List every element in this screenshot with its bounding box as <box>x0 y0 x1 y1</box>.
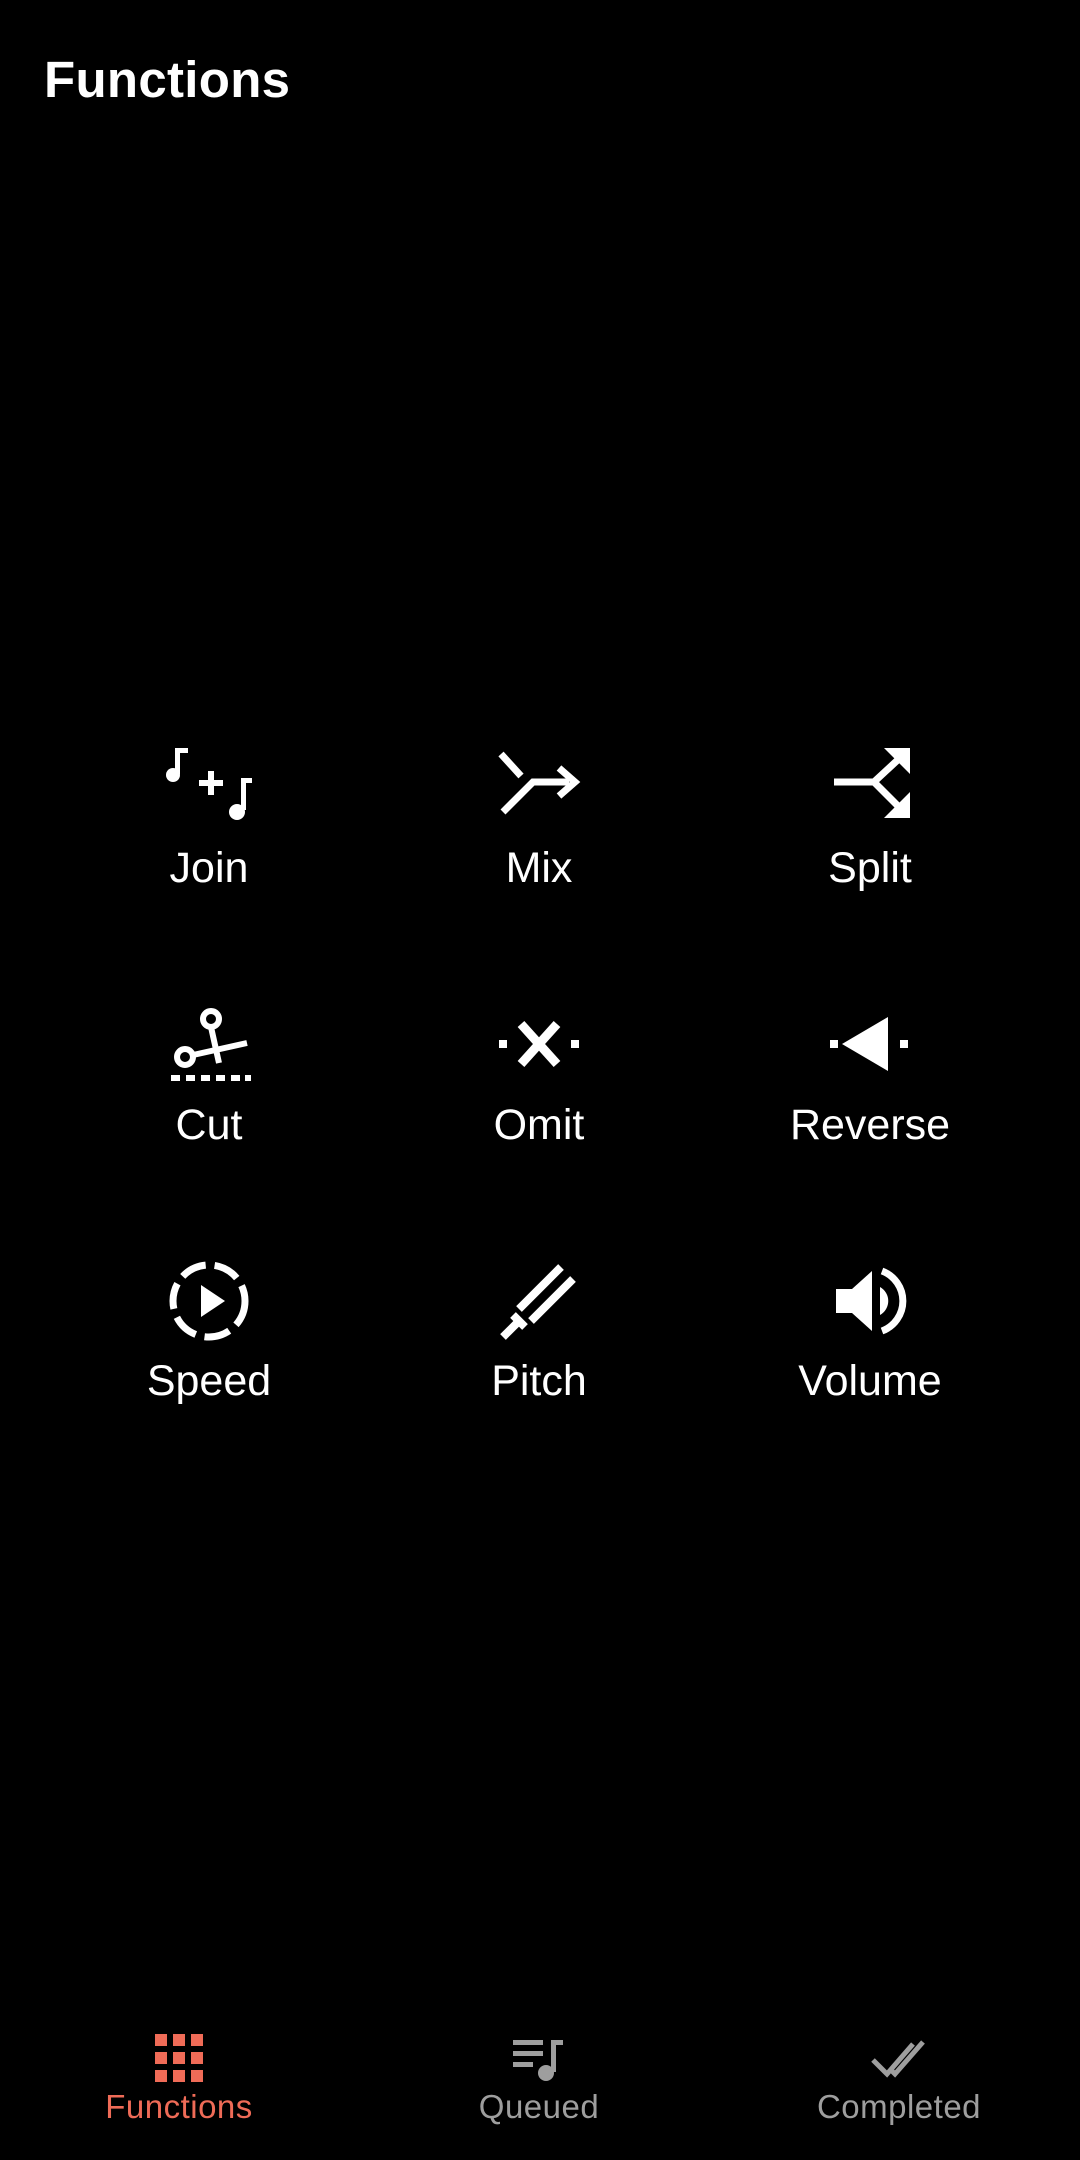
speed-button[interactable]: Speed <box>59 1253 359 1443</box>
volume-button[interactable]: Volume <box>720 1253 1020 1443</box>
nav-item-queued[interactable]: Queued <box>409 2030 669 2150</box>
nav-label-queued: Queued <box>478 2088 600 2125</box>
bottom-navigation: Functions Queued Completed <box>0 2010 1080 2160</box>
omit-button[interactable]: Omit <box>389 997 689 1187</box>
join-music-icon <box>166 748 252 820</box>
cut-button[interactable]: Cut <box>59 997 359 1187</box>
double-check-icon <box>871 2040 925 2078</box>
join-label: Join <box>169 844 249 892</box>
cut-label: Cut <box>175 1101 243 1149</box>
queue-music-icon <box>513 2040 563 2081</box>
pitch-button[interactable]: Pitch <box>389 1253 689 1443</box>
omit-label: Omit <box>493 1101 585 1149</box>
mix-label: Mix <box>505 844 573 892</box>
nav-label-completed: Completed <box>816 2088 982 2125</box>
pitch-label: Pitch <box>491 1357 587 1405</box>
reverse-arrow-icon <box>830 1017 908 1071</box>
split-arrows-icon <box>834 748 910 818</box>
reverse-button[interactable]: Reverse <box>720 997 1020 1187</box>
speed-label: Speed <box>146 1357 272 1405</box>
functions-grid: Join Mix Split Cut Omit Reverse Speed Pi… <box>0 0 1080 2160</box>
speed-play-icon <box>169 1261 249 1341</box>
mix-button[interactable]: Mix <box>389 740 689 930</box>
volume-label: Volume <box>798 1357 942 1405</box>
reverse-label: Reverse <box>789 1101 951 1149</box>
join-button[interactable]: Join <box>59 740 359 930</box>
volume-speaker-icon <box>836 1267 907 1335</box>
nav-label-functions: Functions <box>105 2088 253 2125</box>
nav-item-completed[interactable]: Completed <box>769 2030 1029 2150</box>
nav-item-functions[interactable]: Functions <box>49 2030 309 2150</box>
cut-scissors-icon <box>171 1008 251 1081</box>
grid-icon <box>155 2034 203 2082</box>
split-label: Split <box>828 844 912 892</box>
pitch-fork-icon <box>500 1264 576 1340</box>
split-button[interactable]: Split <box>720 740 1020 930</box>
omit-x-icon <box>499 1020 579 1068</box>
mix-arrows-icon <box>498 751 581 815</box>
